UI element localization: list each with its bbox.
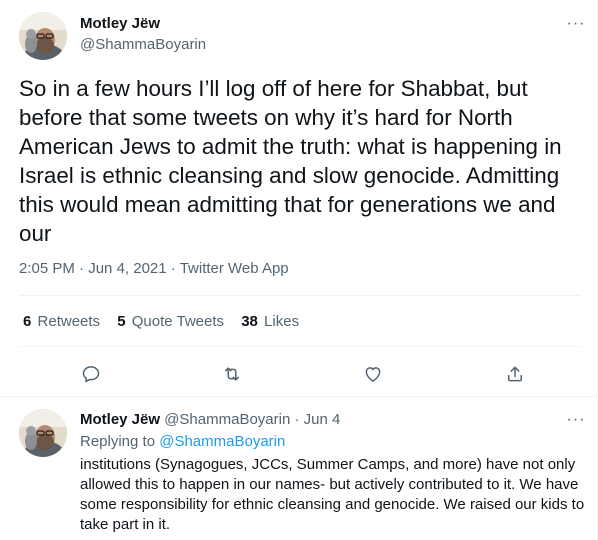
share-button[interactable]	[499, 358, 531, 390]
retweets-count: 6	[23, 313, 32, 330]
replying-to: Replying to @ShammaBoyarin	[80, 432, 285, 452]
reply-author-handle[interactable]: @ShammaBoyarin	[164, 411, 290, 428]
like-icon	[365, 367, 381, 382]
meta-separator: ·	[79, 260, 89, 277]
likes-count: 38	[241, 313, 258, 330]
retweets-label: Retweets	[37, 313, 101, 330]
quote-tweets-stat[interactable]: 5 Quote Tweets	[117, 313, 224, 330]
reply-dot: ·	[294, 411, 300, 428]
reply-icon	[82, 366, 100, 383]
avatar-image	[19, 12, 67, 60]
reply-button[interactable]	[75, 358, 107, 390]
reply-header: Motley Jëw @ShammaBoyarin · Jun 4	[80, 410, 340, 430]
quotes-count: 5	[117, 313, 126, 330]
tweet-date[interactable]: Jun 4, 2021	[88, 260, 166, 277]
tweet-detail-panel: Motley Jëw @ShammaBoyarin ··· So in a fe…	[0, 0, 598, 540]
replying-prefix: Replying to	[80, 433, 156, 450]
author-name[interactable]: Motley Jëw	[80, 14, 160, 34]
action-bar	[0, 358, 598, 390]
reply-more-options-icon[interactable]: ···	[566, 410, 586, 430]
divider	[0, 396, 597, 397]
avatar[interactable]	[19, 409, 67, 457]
meta-separator: ·	[170, 260, 180, 277]
divider	[19, 346, 581, 347]
reply-text: institutions (Synagogues, JCCs, Summer C…	[80, 456, 585, 533]
tweet-source[interactable]: Twitter Web App	[180, 260, 289, 277]
quotes-label: Quote Tweets	[131, 313, 225, 330]
tweet-stats: 6 Retweets 5 Quote Tweets 38 Likes	[23, 313, 312, 330]
avatar-image	[19, 409, 67, 457]
tweet-text: So in a few hours I’ll log off of here f…	[19, 76, 562, 246]
avatar[interactable]	[19, 12, 67, 60]
retweet-icon	[225, 367, 239, 381]
tweet-meta: 2:05 PM · Jun 4, 2021 · Twitter Web App	[19, 260, 289, 277]
divider	[19, 295, 581, 296]
more-options-icon[interactable]: ···	[566, 14, 586, 34]
retweet-button[interactable]	[216, 358, 248, 390]
retweets-stat[interactable]: 6 Retweets	[23, 313, 100, 330]
like-button[interactable]	[357, 358, 389, 390]
reply-author-name[interactable]: Motley Jëw	[80, 411, 160, 428]
tweet-time[interactable]: 2:05 PM	[19, 260, 75, 277]
reply-date[interactable]: Jun 4	[304, 411, 341, 428]
share-icon	[508, 366, 522, 382]
replying-to-link[interactable]: @ShammaBoyarin	[159, 433, 285, 450]
likes-label: Likes	[264, 313, 300, 330]
author-handle[interactable]: @ShammaBoyarin	[80, 35, 206, 55]
likes-stat[interactable]: 38 Likes	[241, 313, 299, 330]
